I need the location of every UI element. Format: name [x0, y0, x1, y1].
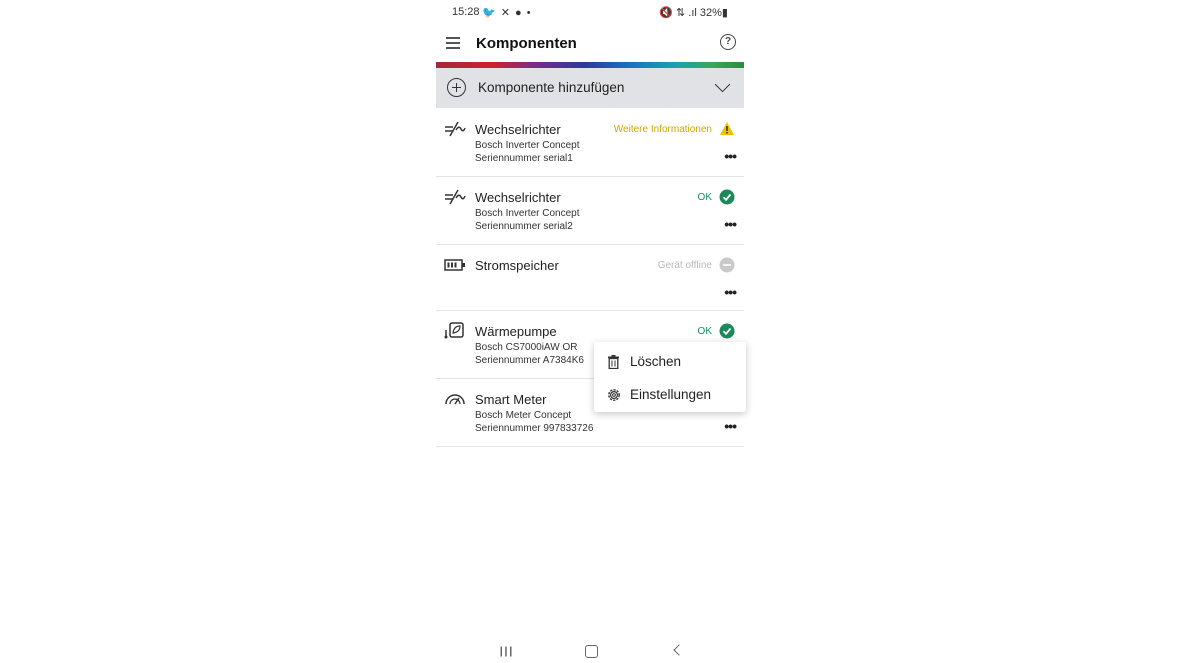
status-text: OK [697, 326, 712, 337]
trash-icon [608, 355, 619, 369]
hamburger-menu-icon[interactable] [446, 37, 460, 49]
system-status: 🔇 ⇅ .ıl 32%▮ [659, 7, 728, 19]
component-name: Wechselrichter [475, 122, 561, 137]
inverter-icon [445, 121, 466, 137]
menu-item-delete-label: Löschen [630, 354, 682, 369]
battery-icon [444, 259, 465, 271]
component-serial: Seriennummer serial2 [475, 221, 573, 232]
more-options-button[interactable]: ••• [724, 216, 737, 232]
meter-icon [445, 394, 465, 405]
menu-item-settings-label: Einstellungen [630, 387, 712, 402]
phone-screen: 15:28 🐦 ✕ ● • 🔇 ⇅ .ıl 32%▮ Komponenten ?… [436, 0, 744, 663]
add-circle-icon [447, 78, 466, 97]
component-model: Bosch CS7000iAW OR [475, 342, 578, 353]
offline-icon [719, 257, 735, 273]
status-text[interactable]: Weitere Informationen [614, 124, 712, 135]
system-nav-bar [0, 640, 1180, 663]
context-menu: Löschen Einstellungen [594, 342, 746, 412]
more-options-button[interactable]: ••• [724, 418, 737, 434]
status-bar: 15:28 🐦 ✕ ● • 🔇 ⇅ .ıl 32%▮ [436, 0, 744, 24]
component-item-inverter-1[interactable]: Wechselrichter Bosch Inverter Concept Se… [436, 110, 744, 177]
page-title: Komponenten [476, 35, 577, 52]
component-name: Wärmepumpe [475, 324, 557, 339]
component-item-inverter-2[interactable]: Wechselrichter Bosch Inverter Concept Se… [436, 178, 744, 245]
heatpump-icon [444, 322, 464, 339]
inverter-icon [445, 189, 466, 205]
app-bar: Komponenten ? [436, 28, 744, 62]
status-text: Gerät offline [657, 260, 712, 271]
home-icon[interactable] [585, 645, 598, 658]
help-icon[interactable]: ? [720, 34, 736, 50]
status-text: OK [697, 192, 712, 203]
component-serial: Seriennummer serial1 [475, 153, 573, 164]
warning-icon [720, 122, 734, 135]
notification-icons: 🐦 ✕ ● • [482, 7, 532, 19]
component-model: Bosch Meter Concept [475, 410, 572, 421]
component-item-battery[interactable]: Stromspeicher Gerät offline ••• [436, 246, 744, 311]
add-component-bar[interactable]: Komponente hinzufügen [436, 68, 744, 108]
menu-item-delete[interactable]: Löschen [594, 346, 746, 376]
more-options-button[interactable]: ••• [724, 148, 737, 164]
status-time: 15:28 [452, 6, 480, 18]
component-model: Bosch Inverter Concept [475, 208, 580, 219]
component-name: Smart Meter [475, 392, 547, 407]
check-circle-icon [719, 323, 735, 339]
more-options-button[interactable]: ••• [724, 284, 737, 300]
component-name: Stromspeicher [475, 258, 559, 273]
component-serial: Seriennummer 997833726 [475, 423, 594, 434]
add-component-label: Komponente hinzufügen [478, 80, 625, 95]
component-name: Wechselrichter [475, 190, 561, 205]
component-serial: Seriennummer A7384K6 [475, 355, 584, 366]
back-icon[interactable] [673, 644, 685, 656]
chevron-down-icon[interactable] [714, 76, 731, 93]
menu-item-settings[interactable]: Einstellungen [594, 379, 746, 409]
recent-apps-icon[interactable] [500, 646, 512, 657]
component-model: Bosch Inverter Concept [475, 140, 580, 151]
check-circle-icon [719, 189, 735, 205]
gear-icon [608, 389, 620, 401]
